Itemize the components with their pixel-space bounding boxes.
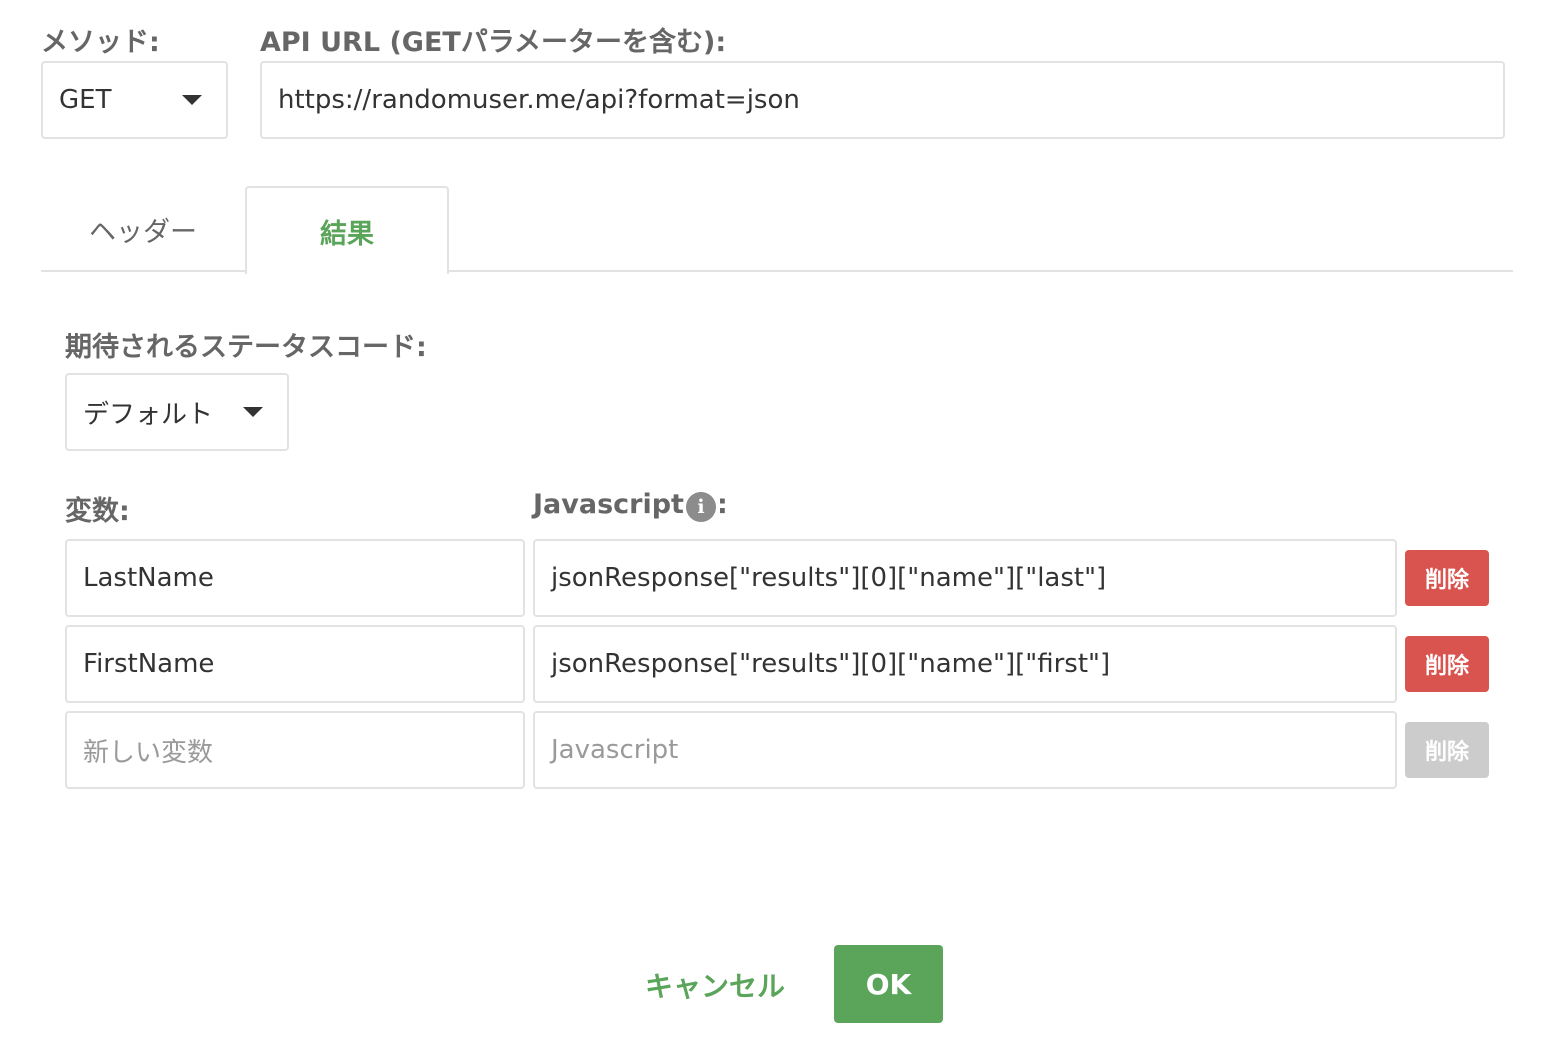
javascript-expression-value: jsonResponse["results"][0]["name"]["firs… [551,649,1111,679]
url-input-value: https://randomuser.me/api?format=json [278,85,800,115]
javascript-column-header: Javascript [533,489,684,520]
delete-row-button-disabled: 削除 [1405,722,1489,778]
variable-column-header: 変数: [65,496,130,527]
variable-name-value: LastName [83,563,214,593]
method-label: メソッド: [41,27,160,58]
delete-row-button[interactable]: 削除 [1405,636,1489,692]
tab-headers[interactable]: ヘッダー [60,188,226,270]
status-code-label: 期待されるステータスコード: [65,332,427,363]
new-javascript-input[interactable]: Javascript [533,711,1397,789]
javascript-expression-value: jsonResponse["results"][0]["name"]["last… [551,563,1107,593]
variable-name-value: FirstName [83,649,215,679]
new-variable-placeholder: 新しい変数 [83,737,214,768]
javascript-expression-input[interactable]: jsonResponse["results"][0]["name"]["last… [533,539,1397,617]
url-label: API URL (GETパラメーターを含む): [260,27,727,58]
new-javascript-placeholder: Javascript [551,735,679,765]
javascript-expression-input[interactable]: jsonResponse["results"][0]["name"]["firs… [533,625,1397,703]
delete-row-button[interactable]: 削除 [1405,550,1489,606]
url-input[interactable]: https://randomuser.me/api?format=json [260,61,1505,139]
tab-results[interactable]: 結果 [245,186,449,274]
cancel-button[interactable]: キャンセル [645,965,785,1005]
method-select-value: GET [59,85,112,115]
variable-name-input[interactable]: LastName [65,539,525,617]
ok-button[interactable]: OK [834,945,943,1023]
info-icon[interactable]: i [686,492,716,522]
chevron-down-icon [243,407,263,417]
variable-name-input[interactable]: FirstName [65,625,525,703]
method-select[interactable]: GET [41,61,228,139]
chevron-down-icon [182,95,202,105]
status-code-select[interactable]: デフォルト [65,373,289,451]
javascript-column-header-colon: : [717,489,728,520]
new-variable-input[interactable]: 新しい変数 [65,711,525,789]
status-code-select-value: デフォルト [83,399,214,430]
